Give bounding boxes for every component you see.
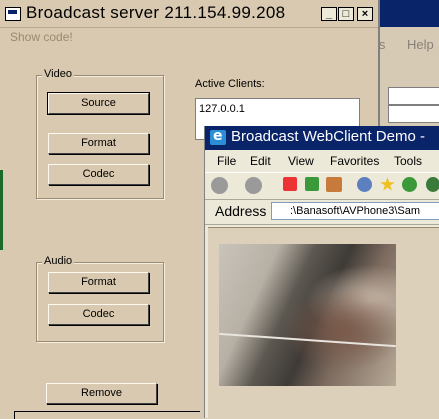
background-window-titlebar [370,0,439,27]
video-source-button[interactable]: Source [47,92,150,115]
close-button[interactable]: × [357,7,373,21]
forward-icon[interactable] [245,177,262,194]
browser-title: Broadcast WebClient Demo - [231,128,425,145]
active-clients-label: Active Clients: [195,78,265,90]
history-icon[interactable] [426,177,439,192]
video-format-button[interactable]: Format [48,133,149,154]
address-input[interactable]: :\Banasoft\AVPhone3\Sam [271,202,439,220]
address-label: Address [215,203,267,219]
refresh-icon[interactable] [305,177,319,191]
ie-icon [210,128,226,145]
webclient-browser-window: Broadcast WebClient Demo - File Edit Vie… [204,126,439,419]
background-field [388,87,439,105]
window-title: Broadcast server 211.154.99.208 [26,3,286,22]
address-bar: Address :\Banasoft\AVPhone3\Sam [205,200,439,225]
app-icon [5,7,21,21]
desktop-edge [0,170,3,250]
background-menu-item[interactable]: Help [407,37,434,52]
remove-button[interactable]: Remove [46,383,157,404]
menu-view[interactable]: View [288,154,314,168]
browser-menubar: File Edit View Favorites Tools [205,150,439,172]
maximize-button[interactable]: □ [338,7,354,21]
menu-tools[interactable]: Tools [394,154,422,168]
background-field [388,105,439,123]
home-icon[interactable] [326,177,342,192]
stop-icon[interactable] [283,177,297,191]
background-window-menubar: ls Help [370,37,439,57]
audio-format-button[interactable]: Format [48,272,149,293]
browser-toolbar [205,172,439,200]
back-icon[interactable] [211,177,228,194]
title-bar[interactable]: Broadcast server 211.154.99.208 _ □ × [0,0,378,28]
menu-show-code[interactable]: Show code! [10,30,73,44]
audio-group-label: Audio [42,255,75,267]
minimize-button[interactable]: _ [321,7,337,21]
list-item[interactable]: 127.0.0.1 [199,103,245,115]
menu-favorites[interactable]: Favorites [330,154,379,168]
audio-codec-button[interactable]: Codec [48,304,149,325]
media-icon[interactable] [402,177,417,192]
video-preview [219,244,396,386]
video-detail [219,332,396,348]
video-group-label: Video [42,68,74,80]
menu-file[interactable]: File [217,154,236,168]
favorites-star-icon[interactable] [380,177,395,191]
browser-title-bar[interactable]: Broadcast WebClient Demo - [205,126,439,150]
video-codec-button[interactable]: Codec [48,164,149,185]
menu-edit[interactable]: Edit [250,154,271,168]
search-icon[interactable] [357,177,372,192]
